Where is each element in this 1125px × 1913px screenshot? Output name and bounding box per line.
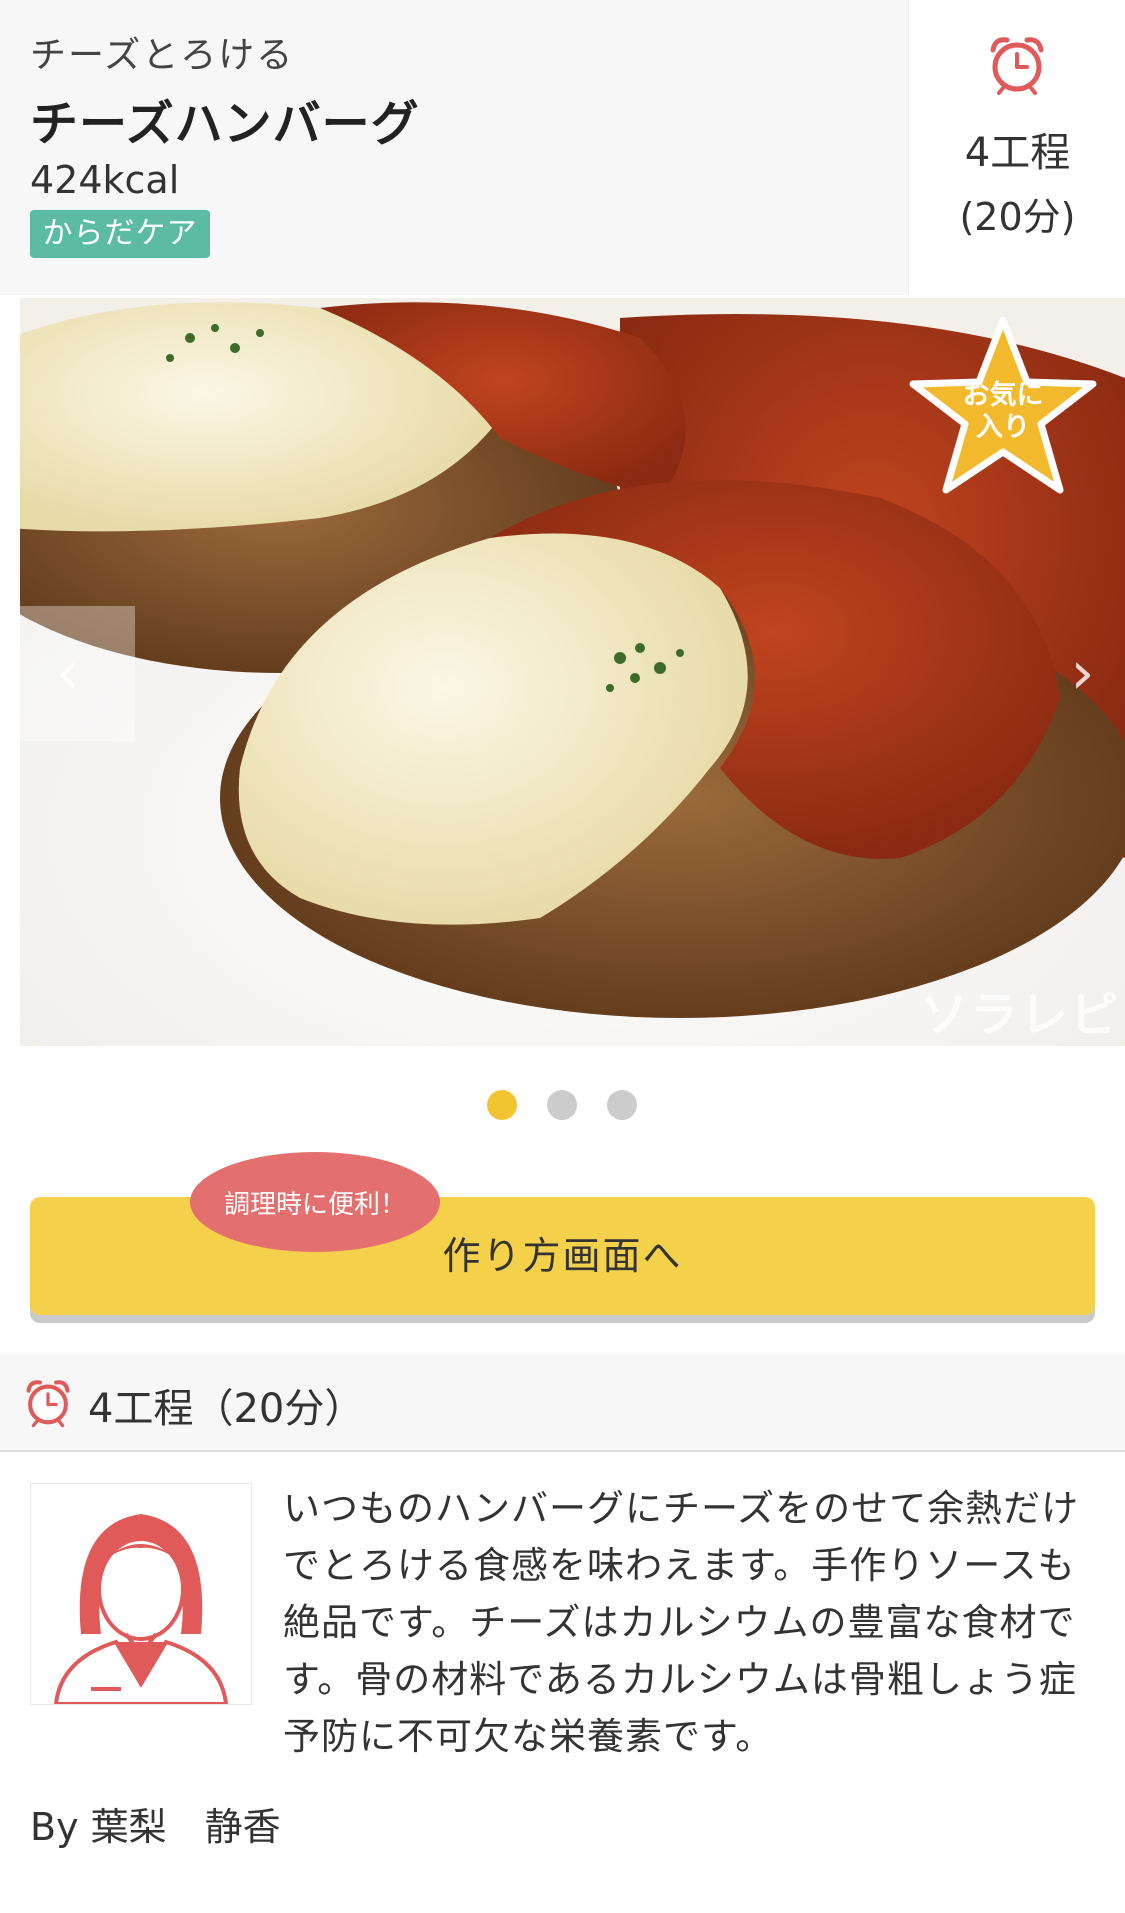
step-count: 4工程: [964, 130, 1071, 176]
alarm-clock-icon: [990, 37, 1044, 95]
recipe-header: チーズとろける チーズハンバーグ 424kcal からだケア: [0, 0, 908, 295]
carousel-next-button[interactable]: ›: [1040, 606, 1125, 741]
author-byline: By 葉梨 静香: [30, 1805, 281, 1849]
recipe-calories: 424kcal: [30, 158, 180, 202]
recipe-title: チーズハンバーグ: [30, 96, 420, 152]
tip-bubble-text: 調理時に便利！: [223, 1190, 406, 1220]
watermark: ソラレピ: [920, 987, 1121, 1043]
steps-bar-label: 4工程（20分）: [88, 1386, 365, 1432]
author-avatar: [30, 1483, 252, 1706]
recipe-description: いつものハンバーグにチーズをのせて余熱だけでとろける食感を味わえます。手作りソー…: [283, 1487, 1080, 1758]
nutritionist-avatar-icon: [53, 1514, 229, 1706]
chevron-left-icon: ‹: [55, 638, 80, 708]
category-tag[interactable]: からだケア: [30, 210, 210, 258]
carousel-dot-2[interactable]: [547, 1090, 577, 1120]
chevron-right-icon: ›: [1070, 638, 1095, 708]
carousel-indicator: [0, 1090, 1125, 1120]
steps-bar: 4工程（20分）: [0, 1354, 1125, 1452]
carousel-dot-3[interactable]: [607, 1090, 637, 1120]
cook-time: (20分): [959, 195, 1076, 239]
favorite-text: お気に 入り: [962, 380, 1044, 443]
favorite-label: お気に 入り: [905, 380, 1101, 444]
time-summary-panel: 4工程 (20分): [908, 0, 1125, 295]
carousel-dot-1[interactable]: [487, 1090, 517, 1120]
recipe-subtitle: チーズとろける: [30, 35, 295, 76]
carousel-prev-button[interactable]: ‹: [0, 606, 135, 741]
alarm-clock-icon: [26, 1380, 70, 1428]
